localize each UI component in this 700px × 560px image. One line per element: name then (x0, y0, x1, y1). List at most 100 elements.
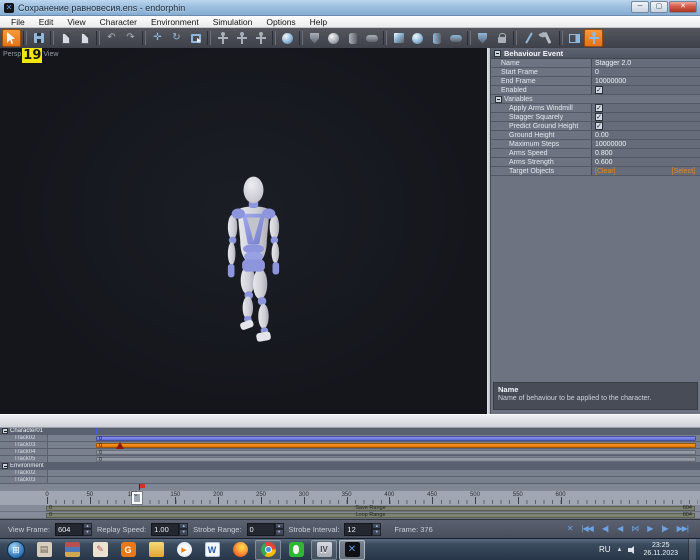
timeline-row[interactable]: Track02 (0, 470, 700, 477)
spin-down-icon[interactable]: ▼ (179, 529, 188, 536)
menu-item[interactable]: Edit (32, 16, 61, 28)
property-row[interactable]: Ground Height 0.00 (491, 131, 700, 140)
property-value[interactable]: 0 (591, 68, 700, 76)
save-range-bar[interactable]: 0 Save Range 604 (46, 506, 695, 511)
track-event-bar[interactable]: 0 (96, 457, 696, 462)
toolbar-separator[interactable] (299, 31, 303, 45)
playhead-bracket[interactable] (132, 492, 142, 504)
perspective-viewport[interactable]: Persp 19 View (0, 48, 487, 414)
taskbar-endorphin-icon[interactable]: ✕ (339, 540, 365, 560)
track-lane[interactable] (48, 428, 700, 434)
property-value[interactable]: [Clear] [Select] (591, 167, 700, 175)
taskbar-explorer-icon[interactable] (143, 540, 169, 560)
stop-button[interactable]: ✕ (567, 525, 573, 533)
collapse-icon[interactable] (494, 50, 501, 57)
strobe-interval-spinner[interactable]: 12 ▲▼ (344, 523, 381, 536)
close-button[interactable]: ✕ (669, 1, 697, 13)
property-row[interactable]: Name Stagger 2.0 (491, 59, 700, 68)
collapse-icon[interactable] (2, 428, 8, 434)
property-value[interactable]: 10000000 (591, 140, 700, 148)
timeline-row[interactable]: Track03 0 (0, 442, 700, 449)
menu-item[interactable]: Environment (144, 16, 206, 28)
toolbar-separator[interactable] (142, 31, 146, 45)
property-value[interactable]: 10000000 (591, 77, 700, 85)
character-rotate-tool[interactable] (232, 29, 251, 47)
timeline-row[interactable]: Character01 (0, 428, 700, 435)
toolbar-separator[interactable] (272, 31, 276, 45)
clock[interactable]: 23:25 26.11.2023 (643, 542, 678, 557)
language-indicator[interactable]: RU (599, 545, 611, 554)
track-name[interactable]: Track03 (0, 477, 48, 483)
collapse-icon[interactable] (2, 463, 8, 469)
toolbar-separator[interactable] (50, 31, 54, 45)
import-asset-button[interactable] (75, 29, 94, 47)
strobe-range-value[interactable]: 0 (247, 523, 275, 536)
track-name[interactable]: Character01 (0, 428, 48, 434)
select-link[interactable]: [Select] (672, 168, 697, 175)
property-value[interactable]: Stagger 2.0 (591, 59, 700, 67)
step-forward-button[interactable]: |▶ (661, 525, 667, 533)
checkbox[interactable]: ✓ (595, 113, 603, 121)
start-button[interactable]: ⊞ (7, 541, 25, 559)
track-lane[interactable] (48, 463, 700, 469)
property-row[interactable]: Variables (491, 95, 700, 104)
property-row[interactable]: Maximum Steps 10000000 (491, 140, 700, 149)
volume-icon[interactable] (628, 545, 637, 554)
head-tool[interactable] (278, 29, 297, 47)
save-button[interactable] (29, 29, 48, 47)
replay-speed-value[interactable]: 1.00 (151, 523, 179, 536)
toolbar-separator[interactable] (23, 31, 27, 45)
track-name[interactable]: Track02 (0, 470, 48, 476)
simulate-toggle-button[interactable]: ⋈ (631, 525, 638, 533)
go-to-end-button[interactable]: ▶▶| (677, 525, 688, 533)
taskbar-word-icon[interactable]: W (199, 540, 225, 560)
property-value[interactable]: 0.00 (591, 131, 700, 139)
property-value[interactable]: 0.800 (591, 149, 700, 157)
strobe-range-spinner[interactable]: 0 ▲▼ (247, 523, 284, 536)
cylinder-object-tool[interactable] (427, 29, 446, 47)
maximize-button[interactable]: ▢ (650, 1, 668, 13)
spin-down-icon[interactable]: ▼ (372, 529, 381, 536)
timeline-row[interactable]: Track04 0 (0, 449, 700, 456)
event-marker-icon[interactable] (116, 442, 124, 449)
track-name[interactable]: Track04 (0, 449, 48, 455)
behaviour-event-header[interactable]: Behaviour Event (491, 48, 700, 59)
property-row[interactable]: Arms Strength 0.600 (491, 158, 700, 167)
spin-down-icon[interactable]: ▼ (275, 529, 284, 536)
track-event-bar[interactable]: 0 (96, 436, 696, 441)
property-value[interactable]: ✓ (591, 104, 700, 112)
track-lane[interactable] (48, 477, 700, 483)
property-row[interactable]: Enabled ✓ (491, 86, 700, 95)
timeline-row[interactable]: Track05 0 (0, 456, 700, 463)
toolbar-separator[interactable] (207, 31, 211, 45)
rotate-tool[interactable]: ↻ (167, 29, 186, 47)
lock-tool[interactable] (492, 29, 511, 47)
checkbox[interactable]: ✓ (595, 122, 603, 130)
replay-speed-spinner[interactable]: 1.00 ▲▼ (151, 523, 188, 536)
tray-expand-icon[interactable]: ▲ (617, 547, 623, 553)
track-name[interactable]: Track03 (0, 442, 48, 448)
track-lane[interactable] (48, 470, 700, 476)
select-tool[interactable] (2, 29, 21, 47)
timeline-ruler[interactable]: 050100150200250300350400450500550600 (0, 490, 700, 505)
capsule-primitive-tool[interactable] (362, 29, 381, 47)
view-frame-value[interactable]: 604 (55, 523, 83, 536)
track-event-bar[interactable]: 0 (96, 450, 696, 455)
toolbar-separator[interactable] (467, 31, 471, 45)
taskbar-chrome-icon[interactable] (255, 540, 281, 560)
translate-tool[interactable]: ✛ (148, 29, 167, 47)
clear-link[interactable]: [Clear] (595, 168, 616, 175)
import-character-button[interactable] (56, 29, 75, 47)
timeline-row[interactable]: Environment (0, 463, 700, 470)
pen-tool[interactable] (519, 29, 538, 47)
property-value[interactable]: 0.600 (591, 158, 700, 166)
track-lane[interactable]: 0 (48, 435, 700, 441)
taskbar-firefox-icon[interactable] (227, 540, 253, 560)
property-row[interactable]: Arms Speed 0.800 (491, 149, 700, 158)
step-back-button[interactable]: ◀| (602, 525, 608, 533)
collapse-icon[interactable] (495, 96, 502, 103)
menu-item[interactable]: Simulation (206, 16, 260, 28)
track-name[interactable]: Track05 (0, 456, 48, 462)
property-row[interactable]: End Frame 10000000 (491, 77, 700, 86)
track-lane[interactable]: 0 (48, 449, 700, 455)
